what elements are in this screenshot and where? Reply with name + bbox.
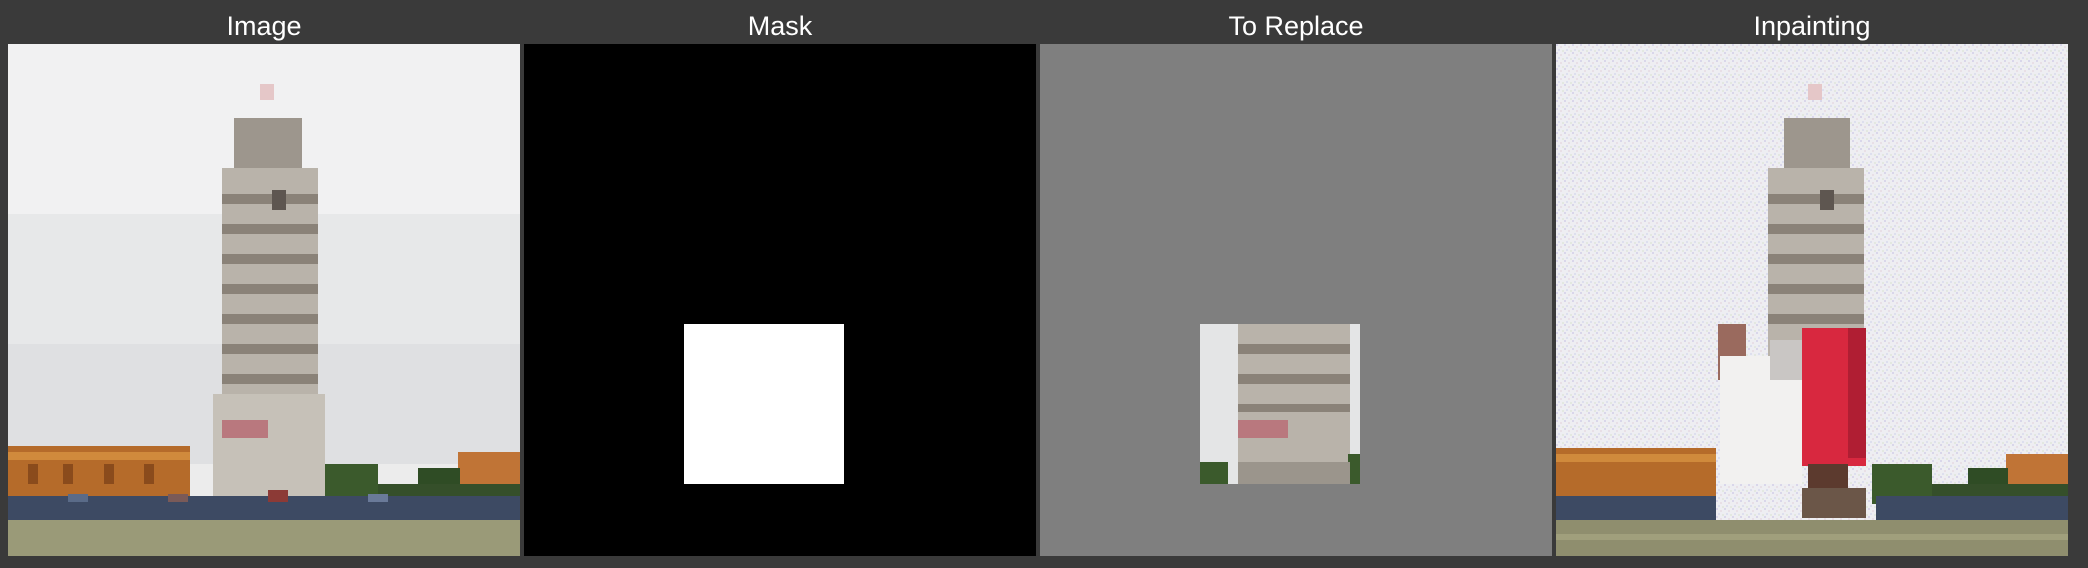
to-replace-graphic bbox=[1040, 44, 1552, 556]
mask-panel: Mask bbox=[524, 0, 1036, 568]
original-image bbox=[8, 44, 520, 556]
image-grid: Image Mask To Replace Inpainting bbox=[0, 0, 2088, 568]
mask-image bbox=[524, 44, 1036, 556]
mask-panel-title: Mask bbox=[747, 11, 813, 41]
inpainting-image bbox=[1556, 44, 2068, 556]
inpainting-graphic bbox=[1556, 44, 2068, 556]
to-replace-image bbox=[1040, 44, 1552, 556]
to-replace-panel-title: To Replace bbox=[1228, 11, 1364, 41]
mask-graphic bbox=[524, 44, 1036, 556]
inpainting-panel-title: Inpainting bbox=[1753, 11, 1871, 41]
inpainting-panel: Inpainting bbox=[1556, 0, 2068, 568]
to-replace-panel: To Replace bbox=[1040, 0, 1552, 568]
image-panel: Image bbox=[8, 0, 520, 568]
image-panel-title: Image bbox=[226, 11, 302, 41]
tower-photo bbox=[8, 44, 520, 556]
